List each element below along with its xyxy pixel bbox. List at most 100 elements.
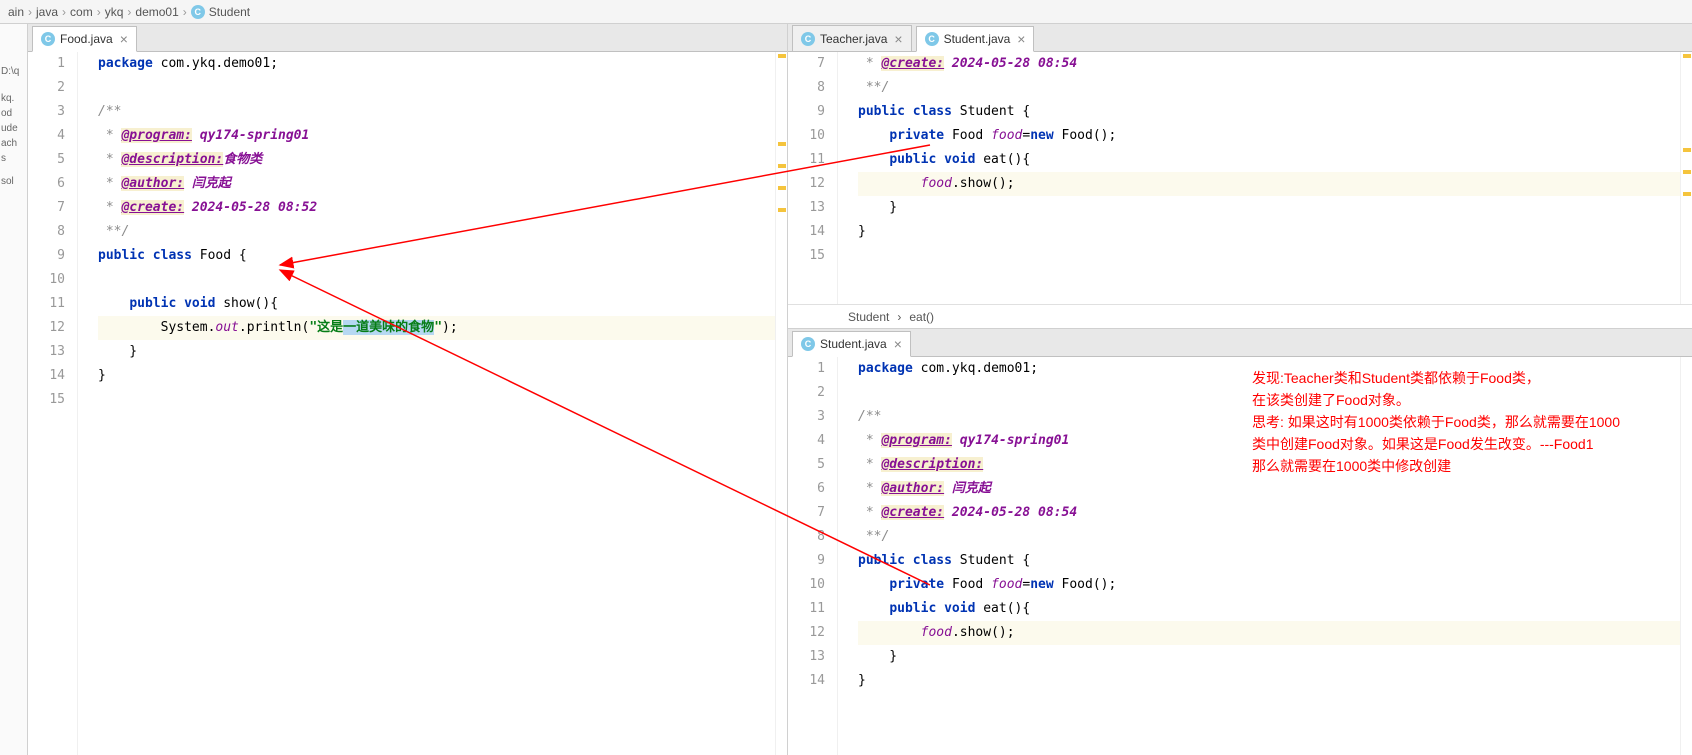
editor-right-bottom[interactable]: 1234567891011121314 package com.ykq.demo… — [788, 357, 1692, 755]
code-line[interactable]: /** — [858, 405, 1680, 429]
right-top-editor-pane: C Teacher.java × C Student.java × 78910111213… — [788, 24, 1692, 329]
code-line[interactable]: * @description: — [858, 453, 1680, 477]
line-number: 8 — [28, 220, 65, 244]
code-line[interactable]: * @author: 闫克起 — [98, 172, 775, 196]
code-line[interactable]: private Food food=new Food(); — [858, 573, 1680, 597]
chevron-right-icon: › — [183, 5, 187, 19]
code-line[interactable] — [98, 76, 775, 100]
editor-right-top[interactable]: 789101112131415 * @create: 2024-05-28 08… — [788, 52, 1692, 304]
breadcrumb-item[interactable]: com — [70, 5, 93, 19]
editor-left[interactable]: 123456789101112131415 package com.ykq.de… — [28, 52, 787, 755]
status-class[interactable]: Student — [848, 310, 889, 324]
tab-Student-java[interactable]: C Student.java × — [916, 26, 1035, 52]
code-line[interactable]: } — [98, 340, 775, 364]
code-line[interactable]: /** — [98, 100, 775, 124]
code-line[interactable]: **/ — [858, 525, 1680, 549]
line-number: 8 — [788, 525, 825, 549]
breadcrumb-sub: Student › eat() — [788, 304, 1692, 328]
line-number: 9 — [788, 549, 825, 573]
chevron-right-icon: › — [97, 5, 101, 19]
code-line[interactable]: } — [858, 196, 1680, 220]
line-number: 1 — [788, 357, 825, 381]
code-line[interactable]: * @create: 2024-05-28 08:52 — [98, 196, 775, 220]
line-number: 15 — [28, 388, 65, 412]
code-line[interactable]: food.show(); — [858, 172, 1680, 196]
code-right-top[interactable]: * @create: 2024-05-28 08:54 **/public cl… — [838, 52, 1680, 304]
code-line[interactable]: public class Food { — [98, 244, 775, 268]
class-file-icon: C — [801, 32, 815, 46]
gutter-right-top: 789101112131415 — [788, 52, 838, 304]
code-line[interactable]: public void eat(){ — [858, 597, 1680, 621]
project-sidebar-strip: D:\qkq.odudeachssol — [0, 24, 28, 755]
code-line[interactable]: **/ — [858, 76, 1680, 100]
code-line[interactable]: * @description:食物类 — [98, 148, 775, 172]
breadcrumb-item[interactable]: ykq — [105, 5, 124, 19]
code-line[interactable]: public void show(){ — [98, 292, 775, 316]
tab-label: Teacher.java — [820, 32, 887, 46]
close-icon[interactable]: × — [120, 31, 128, 47]
line-number: 6 — [28, 172, 65, 196]
code-line[interactable]: } — [858, 669, 1680, 693]
code-line[interactable]: package com.ykq.demo01; — [858, 357, 1680, 381]
right-bottom-editor-pane: CStudent.java× 1234567891011121314 packa… — [788, 329, 1692, 755]
line-number: 3 — [28, 100, 65, 124]
code-line[interactable]: public class Student { — [858, 549, 1680, 573]
code-line[interactable]: public class Student { — [858, 100, 1680, 124]
close-icon[interactable]: × — [1017, 31, 1025, 47]
code-line[interactable]: * @create: 2024-05-28 08:54 — [858, 52, 1680, 76]
code-line[interactable]: food.show(); — [858, 621, 1680, 645]
code-line[interactable]: System.out.println("这是一道美味的食物"); — [98, 316, 775, 340]
chevron-right-icon: › — [127, 5, 131, 19]
code-line[interactable]: public void eat(){ — [858, 148, 1680, 172]
line-number: 10 — [788, 124, 825, 148]
line-number: 14 — [28, 364, 65, 388]
line-number: 9 — [788, 100, 825, 124]
code-line[interactable]: } — [98, 364, 775, 388]
line-number: 1 — [28, 52, 65, 76]
code-line[interactable]: package com.ykq.demo01; — [98, 52, 775, 76]
code-line[interactable]: * @create: 2024-05-28 08:54 — [858, 501, 1680, 525]
breadcrumb-item[interactable]: demo01 — [135, 5, 178, 19]
tab-Teacher-java[interactable]: C Teacher.java × — [792, 25, 912, 51]
line-number: 10 — [788, 573, 825, 597]
class-file-icon: C — [925, 32, 939, 46]
line-number: 10 — [28, 268, 65, 292]
line-number: 7 — [788, 52, 825, 76]
line-number: 2 — [28, 76, 65, 100]
code-right-bottom[interactable]: package com.ykq.demo01; /** * @program: q… — [838, 357, 1680, 755]
marker-strip-right-top[interactable] — [1680, 52, 1692, 304]
code-line[interactable] — [98, 268, 775, 292]
code-line[interactable] — [858, 381, 1680, 405]
code-line[interactable] — [98, 388, 775, 412]
code-line[interactable]: **/ — [98, 220, 775, 244]
tab-Food-java[interactable]: CFood.java× — [32, 26, 137, 52]
line-number: 12 — [28, 316, 65, 340]
line-number: 14 — [788, 669, 825, 693]
close-icon[interactable]: × — [894, 31, 902, 47]
tab-bar-right-bottom: CStudent.java× — [788, 329, 1692, 357]
line-number: 12 — [788, 172, 825, 196]
code-line[interactable]: * @author: 闫克起 — [858, 477, 1680, 501]
code-line[interactable] — [858, 244, 1680, 268]
marker-strip-right-bottom[interactable] — [1680, 357, 1692, 755]
breadcrumb-item[interactable]: java — [36, 5, 58, 19]
status-method[interactable]: eat() — [909, 310, 934, 324]
line-number: 13 — [788, 196, 825, 220]
code-line[interactable]: * @program: qy174-spring01 — [98, 124, 775, 148]
code-line[interactable]: private Food food=new Food(); — [858, 124, 1680, 148]
code-line[interactable]: * @program: qy174-spring01 — [858, 429, 1680, 453]
code-left[interactable]: package com.ykq.demo01; /** * @program: q… — [78, 52, 775, 755]
code-line[interactable]: } — [858, 220, 1680, 244]
gutter-right-bottom: 1234567891011121314 — [788, 357, 838, 755]
marker-strip-left[interactable] — [775, 52, 787, 755]
breadcrumb-item[interactable]: Student — [209, 5, 250, 19]
breadcrumb-item[interactable]: ain — [8, 5, 24, 19]
tab-Student-java[interactable]: CStudent.java× — [792, 331, 911, 357]
line-number: 11 — [788, 597, 825, 621]
close-icon[interactable]: × — [894, 336, 902, 352]
line-number: 5 — [788, 453, 825, 477]
code-line[interactable]: } — [858, 645, 1680, 669]
line-number: 12 — [788, 621, 825, 645]
tab-label: Student.java — [944, 32, 1011, 46]
line-number: 4 — [28, 124, 65, 148]
